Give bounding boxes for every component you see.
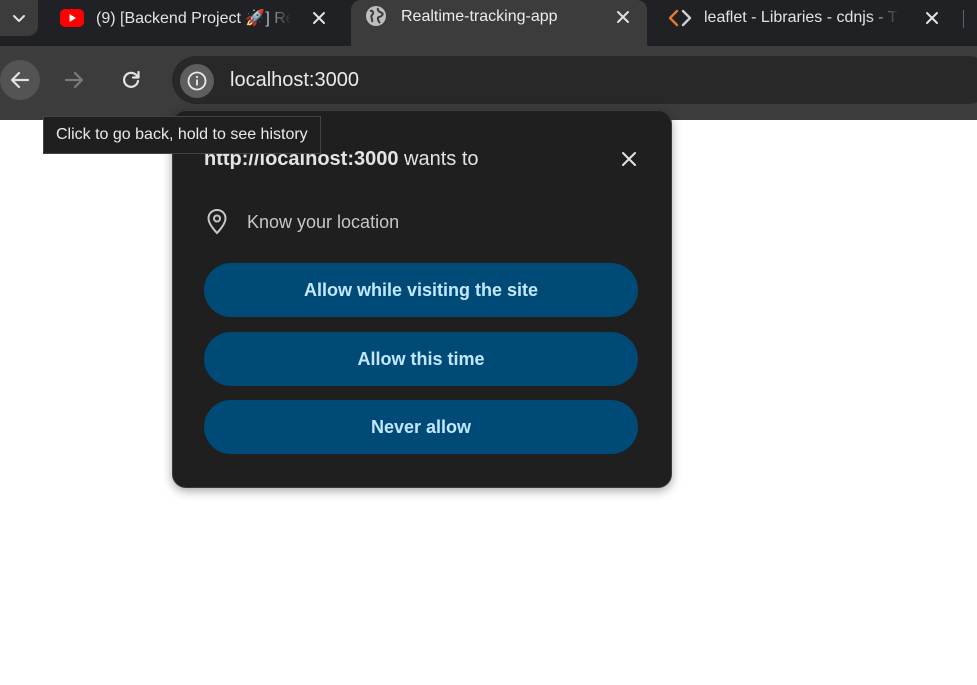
close-icon [617,11,629,23]
tab-strip: (9) [Backend Project 🚀] Real-time tracki… [0,0,977,46]
back-button-tooltip: Click to go back, hold to see history [43,116,321,154]
tab-separator [963,10,964,28]
tab-title: Realtime-tracking-app [401,8,558,25]
reload-button[interactable] [111,60,151,100]
allow-while-visiting-button[interactable]: Allow while visiting the site [204,263,638,317]
site-info-button[interactable] [180,64,214,98]
tab-title: (9) [Backend Project 🚀] Real-time tracki… [96,10,291,27]
permission-label: Know your location [247,211,400,232]
reload-icon [123,70,140,88]
chevron-down-icon [13,15,25,22]
globe-icon [366,6,386,26]
tab-close-button[interactable] [920,6,944,30]
tab-close-button[interactable] [307,6,331,30]
back-button[interactable] [0,60,40,100]
arrow-left-icon [10,71,30,89]
forward-button[interactable] [54,60,94,100]
tab-cdnjs[interactable]: leaflet - Libraries - cdnjs - The #1 fre… [656,0,956,36]
never-allow-button[interactable]: Never allow [204,400,638,454]
prompt-close-button[interactable] [617,147,641,171]
allow-this-time-button[interactable]: Allow this time [204,332,638,386]
tab-youtube[interactable]: (9) [Backend Project 🚀] Real-time tracki… [48,0,343,36]
youtube-icon [60,9,84,27]
tab-title: leaflet - Libraries - cdnjs - The #1 fre… [704,9,899,26]
url-text[interactable]: localhost:3000 [230,69,359,92]
info-icon [187,71,207,91]
arrow-right-icon [64,71,84,89]
close-icon [926,12,938,24]
address-bar[interactable]: localhost:3000 [172,56,977,104]
tab-search-button[interactable] [0,0,38,36]
tab-close-button[interactable] [611,5,635,29]
close-icon [622,152,636,166]
location-pin-icon [207,208,227,235]
code-icon [668,9,692,27]
location-permission-prompt: http://localhost:3000 wants to Know your… [172,110,672,488]
permission-row: Know your location [205,207,399,237]
tab-realtime-tracking[interactable]: Realtime-tracking-app [351,0,647,46]
close-icon [313,12,325,24]
prompt-title-suffix: wants to [398,148,479,170]
browser-toolbar: localhost:3000 [0,46,977,120]
